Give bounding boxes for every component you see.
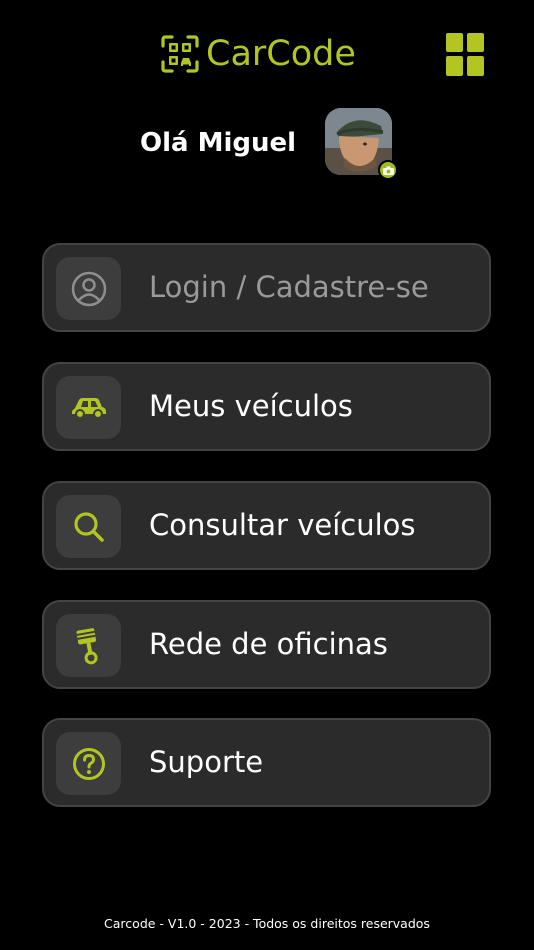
brand-logo[interactable]: CarCode — [160, 34, 356, 74]
search-vehicles-label: Consultar veículos — [149, 508, 416, 542]
car-icon — [71, 397, 106, 419]
login-button[interactable]: Login / Cadastre-se — [42, 243, 491, 332]
grid-menu-button[interactable] — [446, 33, 484, 76]
help-circle-icon — [72, 747, 105, 780]
menu-icon-box — [56, 257, 121, 320]
menu-icon-box — [56, 376, 121, 439]
menu-icon-box — [56, 732, 121, 795]
app-header: CarCode — [0, 0, 534, 110]
greeting-text: Olá Miguel — [140, 128, 297, 158]
user-circle-icon — [71, 271, 106, 306]
search-vehicles-button[interactable]: Consultar veículos — [42, 481, 491, 570]
brand-name: CarCode — [206, 34, 356, 74]
qr-code-car-icon — [161, 35, 199, 73]
login-label: Login / Cadastre-se — [149, 270, 429, 304]
menu-icon-box — [56, 614, 121, 677]
support-label: Suporte — [149, 745, 264, 779]
workshop-network-label: Rede de oficinas — [149, 627, 388, 661]
footer-copyright: Carcode - V1.0 - 2023 - Todos os direito… — [104, 916, 430, 931]
my-vehicles-button[interactable]: Meus veículos — [42, 362, 491, 451]
workshop-piston-icon — [76, 627, 98, 664]
my-vehicles-label: Meus veículos — [149, 389, 353, 423]
change-photo-button[interactable] — [378, 160, 398, 180]
menu-icon-box — [56, 495, 121, 558]
workshop-network-button[interactable]: Rede de oficinas — [42, 600, 491, 689]
search-icon — [73, 511, 104, 542]
camera-icon — [382, 166, 394, 175]
grid-menu-icon — [446, 33, 484, 76]
support-button[interactable]: Suporte — [42, 718, 491, 807]
